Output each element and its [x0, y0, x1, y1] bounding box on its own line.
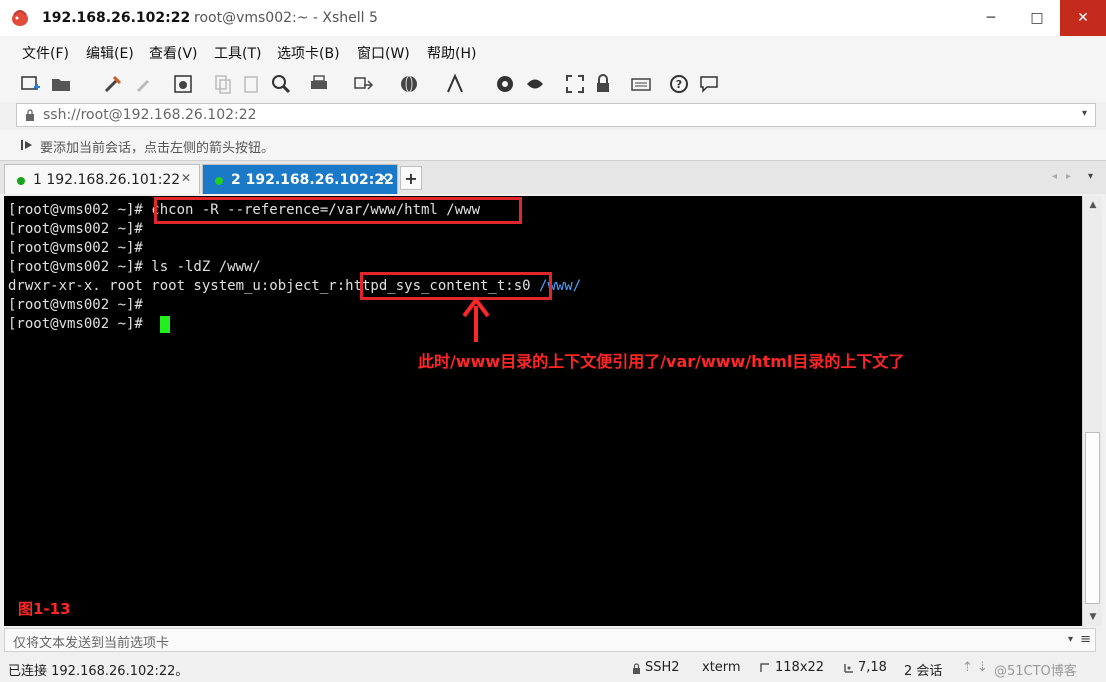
menu-window[interactable]: 窗口(W) — [357, 43, 410, 63]
terminal-area[interactable]: [root@vms002 ~]# chcon -R --reference=/v… — [4, 196, 1082, 626]
find-icon[interactable] — [270, 73, 292, 95]
font-icon[interactable] — [444, 73, 466, 95]
lock-icon[interactable] — [592, 73, 614, 95]
disconnect-icon[interactable] — [102, 73, 124, 95]
figure-label: 图1-13 — [18, 600, 71, 618]
keyboard-icon[interactable] — [630, 73, 652, 95]
session-hint-bar: 要添加当前会话，点击左侧的箭头按钮。 — [0, 130, 1106, 160]
maximize-button[interactable]: □ — [1014, 0, 1060, 36]
terminal-size: 118x22 — [775, 660, 825, 675]
title-bar: 192.168.26.102:22 root@vms002:~ - Xshell… — [0, 0, 1106, 36]
tab-label: 1 192.168.26.101:22 — [33, 172, 181, 188]
transfer-icon[interactable] — [352, 73, 374, 95]
minimize-button[interactable]: ─ — [968, 0, 1014, 36]
open-folder-icon[interactable] — [50, 73, 72, 95]
connected-status-icon — [17, 177, 25, 185]
tab-session-1[interactable]: 1 192.168.26.101:22 ✕ — [4, 164, 200, 194]
tab-close-icon[interactable]: ✕ — [379, 171, 389, 185]
compose-bar[interactable]: 仅将文本发送到当前选项卡 ▾ ≡ — [4, 628, 1096, 652]
compose-menu-icon[interactable]: ≡ — [1080, 632, 1091, 647]
shell-command: ls -ldZ /www/ — [142, 259, 261, 275]
terminal-cursor — [160, 316, 170, 333]
terminal-line: [root@vms002 ~]# — [8, 221, 143, 237]
terminal-line: [root@vms002 ~]# — [8, 240, 143, 256]
shell-prompt: [root@vms002 ~]# — [8, 297, 143, 313]
new-tab-button[interactable]: + — [400, 166, 422, 190]
terminal-line: [root@vms002 ~]# — [8, 316, 151, 332]
copy-icon[interactable] — [212, 73, 234, 95]
print-icon[interactable] — [308, 73, 330, 95]
xftp-icon[interactable] — [524, 73, 546, 95]
shell-prompt: [root@vms002 ~]# — [8, 221, 143, 237]
paste-icon[interactable] — [240, 73, 262, 95]
terminal-type: xterm — [702, 660, 741, 675]
menu-bar: 文件(F) 编辑(E) 查看(V) 工具(T) 选项卡(B) 窗口(W) 帮助(… — [0, 36, 1106, 66]
tab-bar: 1 192.168.26.101:22 ✕ 2 192.168.26.102:2… — [0, 160, 1106, 194]
menu-view[interactable]: 查看(V) — [149, 43, 198, 63]
terminal-line: [root@vms002 ~]# ls -ldZ /www/ — [8, 259, 261, 275]
shell-prompt: [root@vms002 ~]# — [8, 259, 143, 275]
menu-tools[interactable]: 工具(T) — [214, 43, 261, 63]
script-icon[interactable] — [494, 73, 516, 95]
annotation-arrow — [462, 298, 490, 342]
shell-prompt: [root@vms002 ~]# — [8, 240, 143, 256]
chat-icon[interactable] — [698, 73, 720, 95]
shell-command — [143, 316, 151, 332]
new-session-icon[interactable] — [20, 73, 42, 95]
connection-status: 已连接 192.168.26.102:22。 — [8, 664, 189, 679]
resize-icon — [760, 663, 769, 672]
svg-text:?: ? — [676, 78, 682, 91]
add-session-arrow-icon[interactable] — [20, 138, 34, 152]
xshell-logo-icon — [12, 10, 28, 26]
terminal-scrollbar[interactable]: ▲ ▼ — [1082, 196, 1102, 626]
context-highlight-box — [360, 272, 552, 300]
menu-tabs[interactable]: 选项卡(B) — [277, 43, 340, 63]
connected-status-icon — [215, 177, 223, 185]
scroll-thumb[interactable] — [1085, 432, 1100, 604]
command-highlight-box — [154, 197, 522, 224]
lock-icon — [26, 109, 34, 121]
window-title: 192.168.26.102:22 — [42, 10, 191, 26]
tab-prev-icon[interactable]: ◂ — [1052, 171, 1057, 182]
help-icon[interactable]: ? — [668, 73, 690, 95]
session-count: 2 会话 — [904, 664, 943, 679]
tab-close-icon[interactable]: ✕ — [181, 171, 191, 185]
annotation-text: 此时/www目录的上下文便引用了/var/www/html目录的上下文了 — [418, 352, 905, 371]
compose-input[interactable]: 仅将文本发送到当前选项卡 — [13, 632, 169, 651]
scroll-up-icon[interactable]: ▲ — [1083, 200, 1103, 210]
shell-prompt: [root@vms002 ~]# — [8, 316, 143, 332]
scroll-down-icon[interactable]: ▼ — [1083, 612, 1103, 622]
tab-session-2[interactable]: 2 192.168.26.102:22 ✕ — [202, 164, 398, 194]
tab-next-icon[interactable]: ▸ — [1066, 171, 1071, 182]
chevron-down-icon[interactable]: ▾ — [1082, 108, 1087, 119]
fullscreen-icon[interactable] — [564, 73, 586, 95]
terminal-line: [root@vms002 ~]# — [8, 297, 143, 313]
properties-icon[interactable] — [172, 73, 194, 95]
status-bar: 已连接 192.168.26.102:22。 SSH2 xterm 118x22… — [0, 654, 1106, 682]
tab-label: 2 192.168.26.102:22 — [231, 172, 394, 188]
tab-menu-icon[interactable]: ▾ — [1088, 171, 1093, 182]
protocol-status: SSH2 — [645, 660, 680, 675]
address-bar[interactable]: ssh://root@192.168.26.102:22 ▾ — [16, 103, 1096, 127]
globe-icon[interactable] — [398, 73, 420, 95]
cursor-position-icon — [844, 664, 853, 673]
session-hint-text: 要添加当前会话，点击左侧的箭头按钮。 — [40, 141, 275, 156]
close-button[interactable]: ✕ — [1060, 0, 1106, 36]
reconnect-icon[interactable] — [134, 73, 156, 95]
menu-help[interactable]: 帮助(H) — [427, 43, 476, 63]
watermark: @51CTO博客 — [994, 664, 1077, 679]
menu-edit[interactable]: 编辑(E) — [86, 43, 134, 63]
address-input[interactable]: ssh://root@192.168.26.102:22 — [43, 107, 257, 123]
menu-file[interactable]: 文件(F) — [22, 43, 69, 63]
toolbar: ? — [0, 66, 1106, 102]
cursor-position: 7,18 — [858, 660, 887, 675]
shell-prompt: [root@vms002 ~]# — [8, 202, 143, 218]
transfer-arrows: ⇡ ⇣ — [962, 660, 988, 675]
chevron-down-icon[interactable]: ▾ — [1068, 634, 1073, 645]
lock-icon — [633, 663, 640, 674]
window-subtitle: root@vms002:~ - Xshell 5 — [194, 10, 378, 26]
